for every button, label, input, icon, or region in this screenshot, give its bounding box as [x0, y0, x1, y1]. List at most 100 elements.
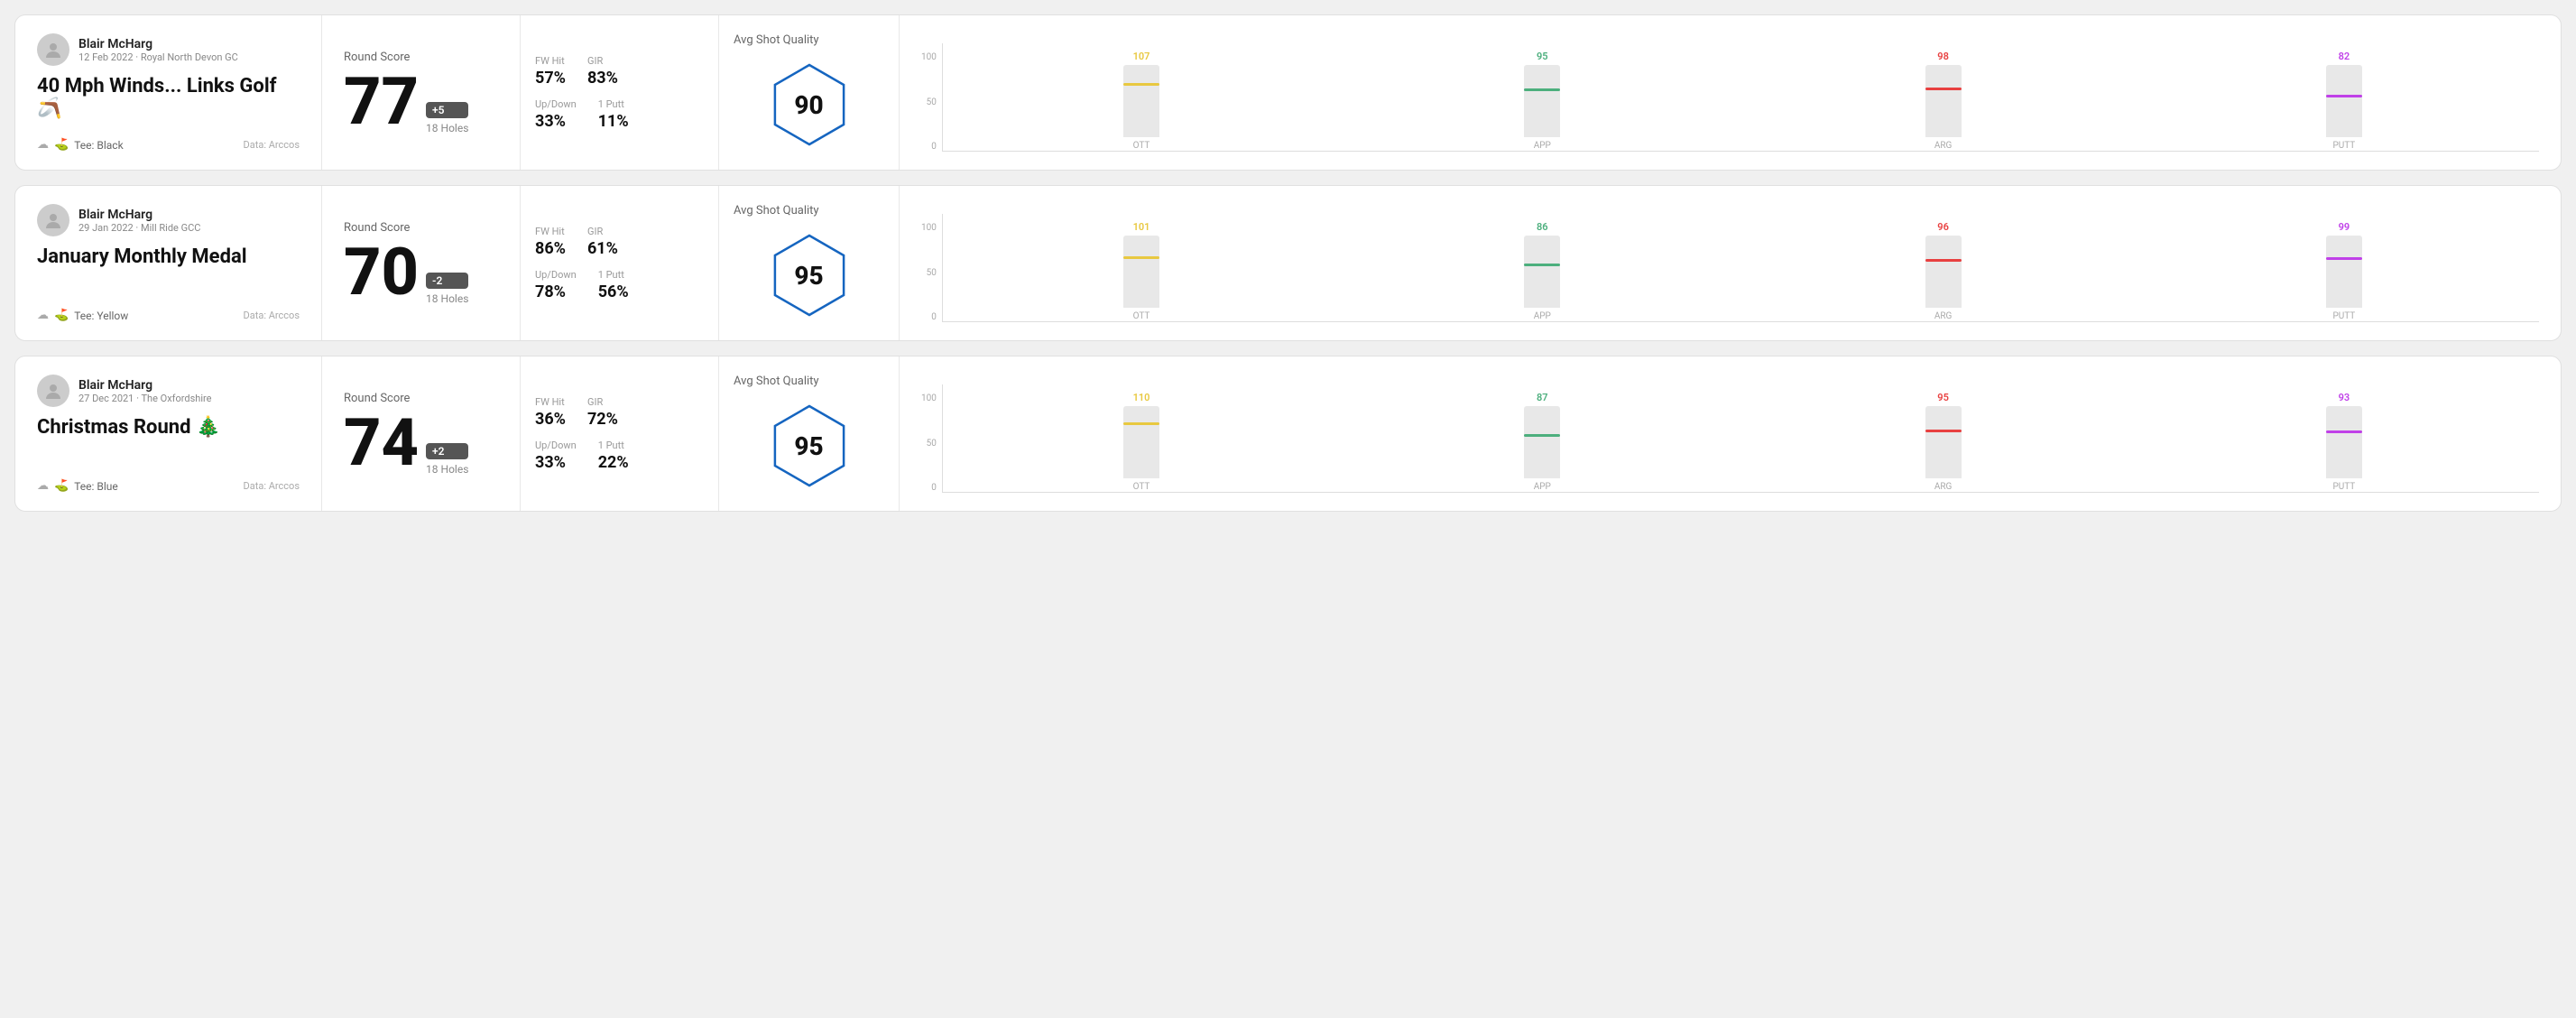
card-footer: ☁ ⛳ Tee: Blue Data: Arccos [37, 479, 300, 493]
stat-updown: Up/Down 33% [535, 440, 577, 472]
chart-y-axis: 100 50 0 [921, 393, 937, 493]
card-chart-2: 100 50 0 101 OTT 86 APP 96 [900, 186, 2561, 340]
card-left-2: Blair McHarg 29 Jan 2022 · Mill Ride GCC… [15, 186, 322, 340]
score-right: +5 18 Holes [426, 102, 468, 134]
bar-axis-label: PUTT [2332, 482, 2355, 492]
round-title: January Monthly Medal [37, 245, 300, 268]
quality-label: Avg Shot Quality [734, 375, 819, 388]
bar-line-arg [1925, 88, 1962, 90]
hexagon-container: 90 [769, 58, 850, 152]
score-main: 70 -2 18 Holes [344, 240, 498, 305]
hexagon-score: 95 [794, 431, 823, 461]
weather-icon: ☁ [37, 138, 49, 152]
card-score-2: Round Score 70 -2 18 Holes [322, 186, 521, 340]
bar-value-app: 95 [1537, 51, 1548, 62]
user-row: Blair McHarg 29 Jan 2022 · Mill Ride GCC [37, 204, 300, 236]
user-meta: 12 Feb 2022 · Royal North Devon GC [78, 51, 238, 63]
stat-fw-hit: FW Hit 57% [535, 55, 566, 88]
bar-value-app: 87 [1537, 392, 1548, 403]
gir-value: 61% [587, 239, 618, 258]
user-meta: 27 Dec 2021 · The Oxfordshire [78, 393, 211, 404]
chart-column-ott: 110 OTT [946, 392, 1336, 492]
stat-fw-hit: FW Hit 36% [535, 396, 566, 429]
quality-label: Avg Shot Quality [734, 33, 819, 47]
stats-row-bottom: Up/Down 33% 1 Putt 22% [535, 440, 704, 472]
gir-label: GIR [587, 226, 618, 237]
bar-axis-label: OTT [1133, 141, 1150, 151]
bar-axis-label: ARG [1934, 482, 1953, 492]
data-source: Data: Arccos [244, 310, 300, 321]
bar-axis-label: OTT [1133, 482, 1150, 492]
stats-row-bottom: Up/Down 78% 1 Putt 56% [535, 269, 704, 301]
user-name: Blair McHarg [78, 378, 211, 393]
updown-label: Up/Down [535, 440, 577, 451]
score-right: -2 18 Holes [426, 273, 468, 305]
bar-value-arg: 98 [1937, 51, 1949, 62]
bars-container: 101 OTT 86 APP 96 ARG 99 [942, 214, 2539, 322]
bar-line-putt [2326, 430, 2362, 433]
bar-line-app [1524, 434, 1560, 437]
oneputt-value: 11% [598, 112, 629, 131]
bar-fill-bg [1925, 90, 1962, 137]
y-label-100: 100 [921, 223, 937, 233]
chart-column-putt: 93 PUTT [2149, 392, 2539, 492]
chart-area: 100 50 0 107 OTT 95 APP 98 [921, 43, 2539, 152]
bar-line-putt [2326, 95, 2362, 97]
score-holes: 18 Holes [426, 463, 468, 476]
stats-row-top: FW Hit 86% GIR 61% [535, 226, 704, 258]
bar-fill-bg [2326, 433, 2362, 478]
bar-wrap-ott [1123, 406, 1159, 478]
bar-line-ott [1123, 83, 1159, 86]
user-row: Blair McHarg 12 Feb 2022 · Royal North D… [37, 33, 300, 66]
bar-axis-label: APP [1534, 141, 1551, 151]
bar-wrap-app [1524, 65, 1560, 137]
user-meta: 29 Jan 2022 · Mill Ride GCC [78, 222, 200, 234]
oneputt-label: 1 Putt [598, 440, 629, 451]
score-right: +2 18 Holes [426, 443, 468, 476]
round-title: Christmas Round 🎄 [37, 416, 300, 439]
avatar [37, 204, 69, 236]
stat-updown: Up/Down 78% [535, 269, 577, 301]
y-label-50: 50 [927, 97, 937, 107]
golf-icon: ⛳ [54, 309, 69, 322]
bar-wrap-putt [2326, 65, 2362, 137]
card-stats-3: FW Hit 36% GIR 72% Up/Down 33% 1 Putt 22… [521, 356, 719, 511]
card-score-3: Round Score 74 +2 18 Holes [322, 356, 521, 511]
tee-label: Tee: Black [74, 139, 123, 152]
score-number: 77 [344, 69, 419, 134]
bar-value-ott: 110 [1133, 392, 1150, 403]
card-left-3: Blair McHarg 27 Dec 2021 · The Oxfordshi… [15, 356, 322, 511]
card-footer: ☁ ⛳ Tee: Black Data: Arccos [37, 138, 300, 152]
round-score-label: Round Score [344, 221, 498, 235]
hexagon-container: 95 [769, 399, 850, 493]
round-score-label: Round Score [344, 392, 498, 405]
hexagon-container: 95 [769, 228, 850, 322]
tee-info: ☁ ⛳ Tee: Blue [37, 479, 118, 493]
bar-axis-label: ARG [1934, 141, 1953, 151]
y-label-0: 0 [931, 483, 937, 493]
updown-label: Up/Down [535, 269, 577, 281]
bar-axis-label: APP [1534, 482, 1551, 492]
user-name: Blair McHarg [78, 37, 238, 51]
bar-wrap-ott [1123, 65, 1159, 137]
avatar [37, 375, 69, 407]
bar-axis-label: PUTT [2332, 141, 2355, 151]
score-holes: 18 Holes [426, 122, 468, 134]
bar-wrap-app [1524, 406, 1560, 478]
stat-oneputt: 1 Putt 56% [598, 269, 629, 301]
user-row: Blair McHarg 27 Dec 2021 · The Oxfordshi… [37, 375, 300, 407]
stats-row-top: FW Hit 57% GIR 83% [535, 55, 704, 88]
chart-column-arg: 95 ARG [1748, 392, 2137, 492]
bar-value-app: 86 [1537, 221, 1548, 233]
bar-fill-bg [1524, 437, 1560, 478]
bar-wrap-ott [1123, 236, 1159, 308]
score-holes: 18 Holes [426, 292, 468, 305]
user-info: Blair McHarg 27 Dec 2021 · The Oxfordshi… [78, 378, 211, 404]
bar-value-putt: 93 [2339, 392, 2350, 403]
y-label-100: 100 [921, 52, 937, 62]
user-name: Blair McHarg [78, 208, 200, 222]
stats-row-bottom: Up/Down 33% 1 Putt 11% [535, 98, 704, 131]
score-badge: -2 [426, 273, 468, 289]
chart-column-app: 87 APP [1347, 392, 1737, 492]
bar-wrap-arg [1925, 406, 1962, 478]
